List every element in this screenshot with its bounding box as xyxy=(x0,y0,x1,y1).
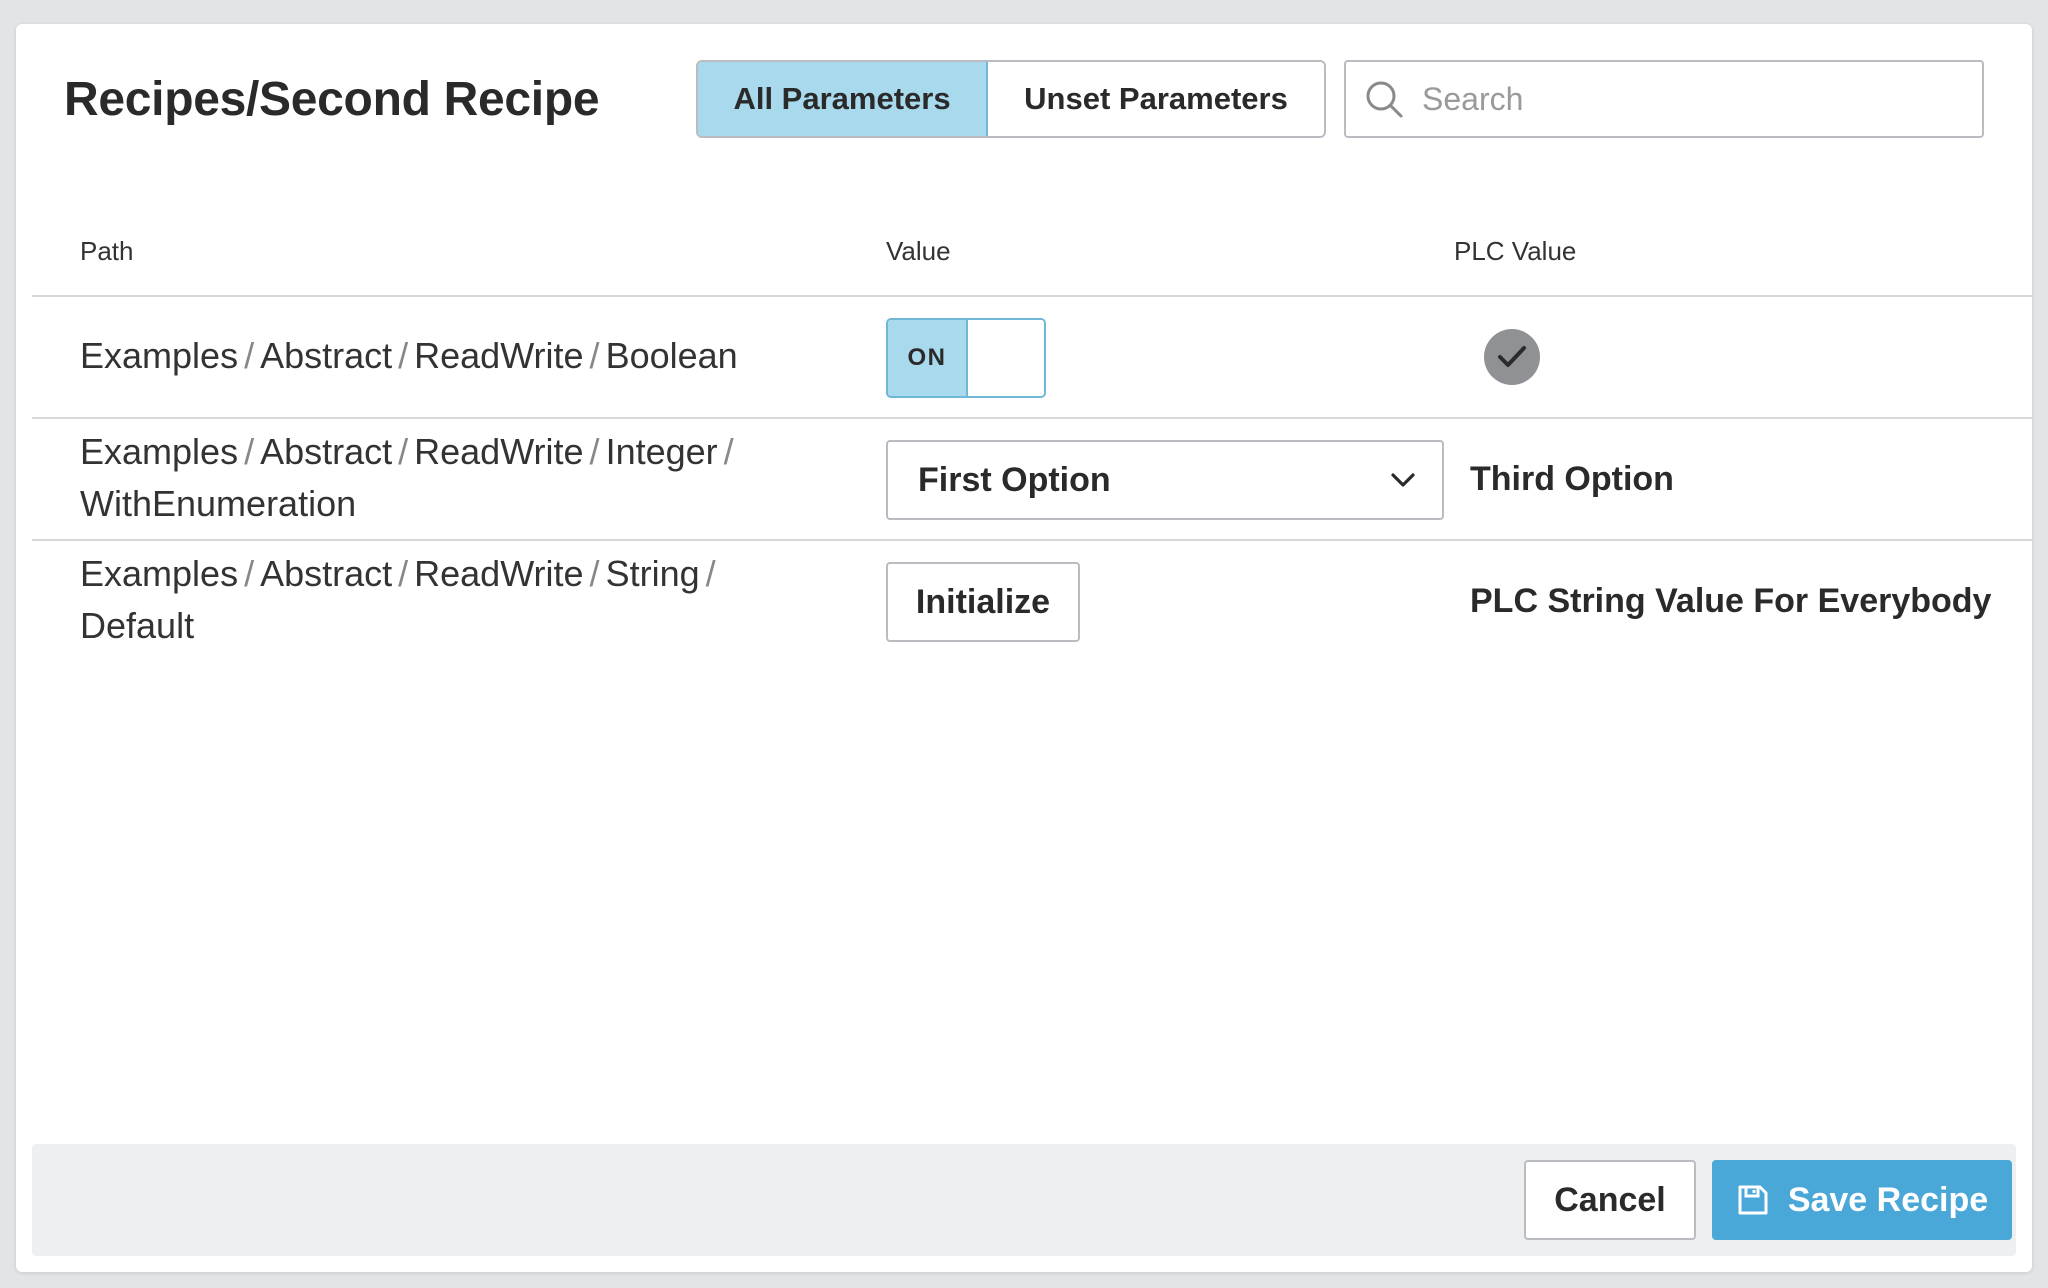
path-segment: Default xyxy=(80,605,195,646)
path-segment: Examples xyxy=(80,553,239,594)
search-input[interactable] xyxy=(1420,79,1944,119)
path-separator: / xyxy=(589,431,600,472)
initialize-button[interactable]: Initialize xyxy=(886,562,1080,642)
path-separator: / xyxy=(398,335,409,376)
column-header-value: Value xyxy=(886,236,951,266)
check-icon xyxy=(1484,329,1540,385)
path-separator: / xyxy=(723,431,734,472)
row-2-plc-value: Third Option xyxy=(1470,460,1674,498)
path-separator: / xyxy=(398,553,409,594)
path-separator: / xyxy=(589,553,600,594)
boolean-value-toggle[interactable]: ON xyxy=(886,318,1046,398)
unset-parameters-button[interactable]: Unset Parameters xyxy=(988,62,1324,136)
path-segment: String xyxy=(605,553,700,594)
path-separator: / xyxy=(244,553,255,594)
path-segment: Abstract xyxy=(260,431,393,472)
path-segment: WithEnumeration xyxy=(80,483,357,524)
path-segment: Abstract xyxy=(260,553,393,594)
select-value: First Option xyxy=(918,460,1111,499)
page-title: Recipes/Second Recipe xyxy=(64,73,600,126)
dialog-footer: Cancel Save Recipe xyxy=(32,1144,2016,1256)
row-1-path: Examples / Abstract / ReadWrite / Boolean xyxy=(80,330,840,382)
path-separator: / xyxy=(398,431,409,472)
parameter-filter-toggle: All Parameters Unset Parameters xyxy=(696,60,1326,138)
column-header-path: Path xyxy=(80,236,134,266)
enumeration-select[interactable]: First Option xyxy=(886,440,1444,520)
path-segment: Examples xyxy=(80,431,239,472)
path-segment: ReadWrite xyxy=(414,431,584,472)
toggle-knob xyxy=(968,320,1044,396)
row-2-path: Examples / Abstract / ReadWrite / Integer / Wit… xyxy=(80,426,840,530)
row-3-plc-value: PLC String Value For Everybody xyxy=(1470,582,1992,620)
search-box[interactable] xyxy=(1344,60,1984,138)
save-recipe-label: Save Recipe xyxy=(1787,1180,1989,1219)
all-parameters-button[interactable]: All Parameters xyxy=(698,62,988,136)
path-segment: Boolean xyxy=(605,335,738,376)
path-separator: / xyxy=(244,431,255,472)
column-header-plc-value: PLC Value xyxy=(1454,236,1577,266)
search-icon xyxy=(1366,81,1403,118)
save-recipe-button[interactable]: Save Recipe xyxy=(1712,1160,2012,1240)
row-divider xyxy=(32,417,2032,419)
toggle-on-label: ON xyxy=(888,320,968,396)
row-divider xyxy=(32,539,2032,541)
path-segment: Abstract xyxy=(260,335,393,376)
save-icon xyxy=(1738,1185,1768,1215)
path-separator: / xyxy=(244,335,255,376)
path-segment: Integer xyxy=(605,431,718,472)
path-separator: / xyxy=(705,553,716,594)
path-segment: Examples xyxy=(80,335,239,376)
cancel-button[interactable]: Cancel xyxy=(1524,1160,1696,1240)
path-segment: ReadWrite xyxy=(414,553,584,594)
row-3-path: Examples / Abstract / ReadWrite / String / Defa… xyxy=(80,548,840,652)
chevron-down-icon xyxy=(1391,473,1415,487)
path-separator: / xyxy=(589,335,600,376)
path-segment: ReadWrite xyxy=(414,335,584,376)
recipe-dialog: Recipes/Second Recipe All Parameters Uns… xyxy=(16,24,2032,1272)
header-divider xyxy=(32,295,2032,297)
